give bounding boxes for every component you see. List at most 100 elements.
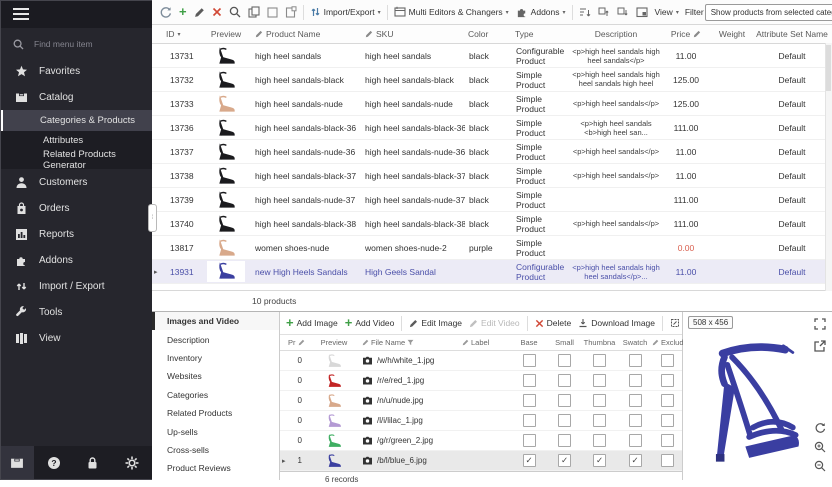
multi-editors-button[interactable]: Multi Editors & Changers▾	[391, 4, 512, 20]
header-thumbnail[interactable]: Thumbna	[581, 338, 618, 347]
add-product-button[interactable]: +	[176, 5, 190, 19]
media-row[interactable]: 0/n/u/nude.jpg	[280, 391, 682, 411]
thumbnail-checkbox[interactable]	[593, 434, 606, 447]
zoom-out-icon[interactable]	[814, 460, 826, 472]
header-base[interactable]: Base	[510, 338, 548, 347]
tab-product-reviews[interactable]: Product Reviews	[152, 459, 279, 477]
exclude-checkbox[interactable]	[661, 434, 674, 447]
download-image-button[interactable]: Download Image	[576, 317, 657, 329]
header-attribute-set[interactable]: Attribute Set Name	[752, 29, 832, 39]
preview-panel-button[interactable]	[633, 5, 651, 20]
expand-all-button[interactable]	[595, 5, 613, 20]
small-checkbox[interactable]	[558, 434, 571, 447]
sidebar-item-tools[interactable]: Tools	[0, 299, 152, 325]
edit-video-button[interactable]: Edit Video	[467, 317, 522, 329]
tab-up-sells[interactable]: Up-sells	[152, 422, 279, 440]
small-checkbox[interactable]	[558, 354, 571, 367]
base-checkbox[interactable]	[523, 374, 536, 387]
refresh-button[interactable]	[156, 4, 175, 21]
import-export-button[interactable]: Import/Export▾	[307, 4, 384, 20]
settings-button[interactable]	[113, 456, 152, 470]
checkbox-select-button[interactable]	[264, 5, 281, 20]
base-checkbox[interactable]	[523, 434, 536, 447]
header-weight[interactable]: Weight	[712, 29, 752, 39]
header-sku[interactable]: SKU	[362, 29, 465, 39]
delete-product-button[interactable]	[209, 5, 225, 19]
sidebar-subitem-attributes[interactable]: Attributes	[0, 131, 152, 150]
edit-image-button[interactable]: Edit Image	[407, 317, 464, 329]
header-product-name[interactable]: Product Name	[252, 29, 362, 39]
base-checkbox[interactable]	[523, 354, 536, 367]
table-row[interactable]: 13740high heel sandals-black-38high heel…	[152, 212, 832, 236]
table-row[interactable]: 13731high heel sandalshigh heel sandalsb…	[152, 44, 832, 68]
sidebar-subitem-categories-products[interactable]: Categories & Products	[0, 110, 152, 131]
table-row[interactable]: 13736high heel sandals-black-36high heel…	[152, 116, 832, 140]
sidebar-item-addons[interactable]: Addons	[0, 247, 152, 273]
tab-images-and-video[interactable]: Images and Video	[152, 312, 279, 330]
sort-button[interactable]	[576, 5, 594, 20]
delete-image-button[interactable]: Delete	[533, 317, 574, 329]
header-description[interactable]: Description	[572, 29, 660, 39]
small-checkbox[interactable]	[558, 394, 571, 407]
base-checkbox[interactable]	[523, 414, 536, 427]
tab-cross-sells[interactable]: Cross-sells	[152, 441, 279, 459]
addons-button[interactable]: Addons▾	[513, 4, 569, 20]
hamburger-menu-icon[interactable]	[13, 8, 29, 20]
sidebar-item-orders[interactable]: Orders	[0, 195, 152, 221]
help-button[interactable]: ?	[34, 456, 73, 470]
open-external-icon[interactable]	[814, 340, 826, 352]
header-small[interactable]: Small	[548, 338, 581, 347]
swatch-checkbox[interactable]: ✓	[629, 454, 642, 467]
copy-button[interactable]	[245, 4, 263, 20]
header-swatch[interactable]: Swatch	[618, 338, 652, 347]
base-checkbox[interactable]	[523, 394, 536, 407]
edit-product-button[interactable]	[191, 5, 208, 20]
table-row[interactable]: 13817women shoes-nudewomen shoes-nude-2p…	[152, 236, 832, 260]
tab-description[interactable]: Description	[152, 330, 279, 348]
scrollbar-thumb[interactable]	[826, 45, 831, 91]
base-checkbox[interactable]: ✓	[523, 454, 536, 467]
add-video-button[interactable]: +Add Video	[343, 317, 397, 329]
swatch-checkbox[interactable]	[629, 394, 642, 407]
sidebar-item-view[interactable]: View	[0, 325, 152, 351]
exclude-checkbox[interactable]	[661, 454, 674, 467]
small-checkbox[interactable]	[558, 374, 571, 387]
swatch-checkbox[interactable]	[629, 434, 642, 447]
header-id[interactable]: ID▾	[163, 29, 200, 39]
swatch-checkbox[interactable]	[629, 374, 642, 387]
sidebar-item-import-export[interactable]: Import / Export	[0, 273, 152, 299]
thumbnail-checkbox[interactable]	[593, 394, 606, 407]
header-type[interactable]: Type	[512, 29, 572, 39]
media-row[interactable]: 0/r/e/red_1.jpg	[280, 371, 682, 391]
vertical-scrollbar[interactable]	[825, 43, 832, 291]
panel-splitter-handle[interactable]: ⁞	[148, 204, 157, 232]
header-label[interactable]: Label	[462, 338, 510, 347]
header-preview[interactable]: Preview	[306, 338, 362, 347]
header-position[interactable]: Pr	[288, 338, 306, 347]
header-file-name[interactable]: File Name	[362, 338, 462, 347]
media-row[interactable]: 0/l/i/lilac_1.jpg	[280, 411, 682, 431]
media-row[interactable]: 0/w/h/white_1.jpg	[280, 351, 682, 371]
sidebar-subitem-related-products-generator[interactable]: Related Products Generator	[0, 150, 152, 169]
tab-related-products[interactable]: Related Products	[152, 404, 279, 422]
tab-websites[interactable]: Websites	[152, 367, 279, 385]
store-button[interactable]	[0, 446, 34, 480]
media-row[interactable]: 0/g/r/green_2.jpg	[280, 431, 682, 451]
rotate-icon[interactable]	[814, 422, 826, 434]
lock-button[interactable]	[73, 456, 112, 470]
small-checkbox[interactable]: ✓	[558, 454, 571, 467]
filter-select[interactable]: Show products from selected categories▾	[705, 4, 832, 21]
swatch-checkbox[interactable]	[629, 354, 642, 367]
thumbnail-checkbox[interactable]: ✓	[593, 454, 606, 467]
add-image-button[interactable]: +Add Image	[284, 317, 340, 329]
header-price[interactable]: Price	[660, 29, 712, 39]
collapse-all-button[interactable]	[614, 5, 632, 20]
table-row[interactable]: 13732high heel sandals-blackhigh heel sa…	[152, 68, 832, 92]
table-row[interactable]: 13739high heel sandals-nude-37high heel …	[152, 188, 832, 212]
thumbnail-checkbox[interactable]	[593, 354, 606, 367]
tab-inventory[interactable]: Inventory	[152, 349, 279, 367]
sidebar-search[interactable]	[0, 28, 152, 58]
sidebar-item-catalog[interactable]: Catalog	[0, 84, 152, 110]
thumbnail-checkbox[interactable]	[593, 374, 606, 387]
thumbnail-checkbox[interactable]	[593, 414, 606, 427]
